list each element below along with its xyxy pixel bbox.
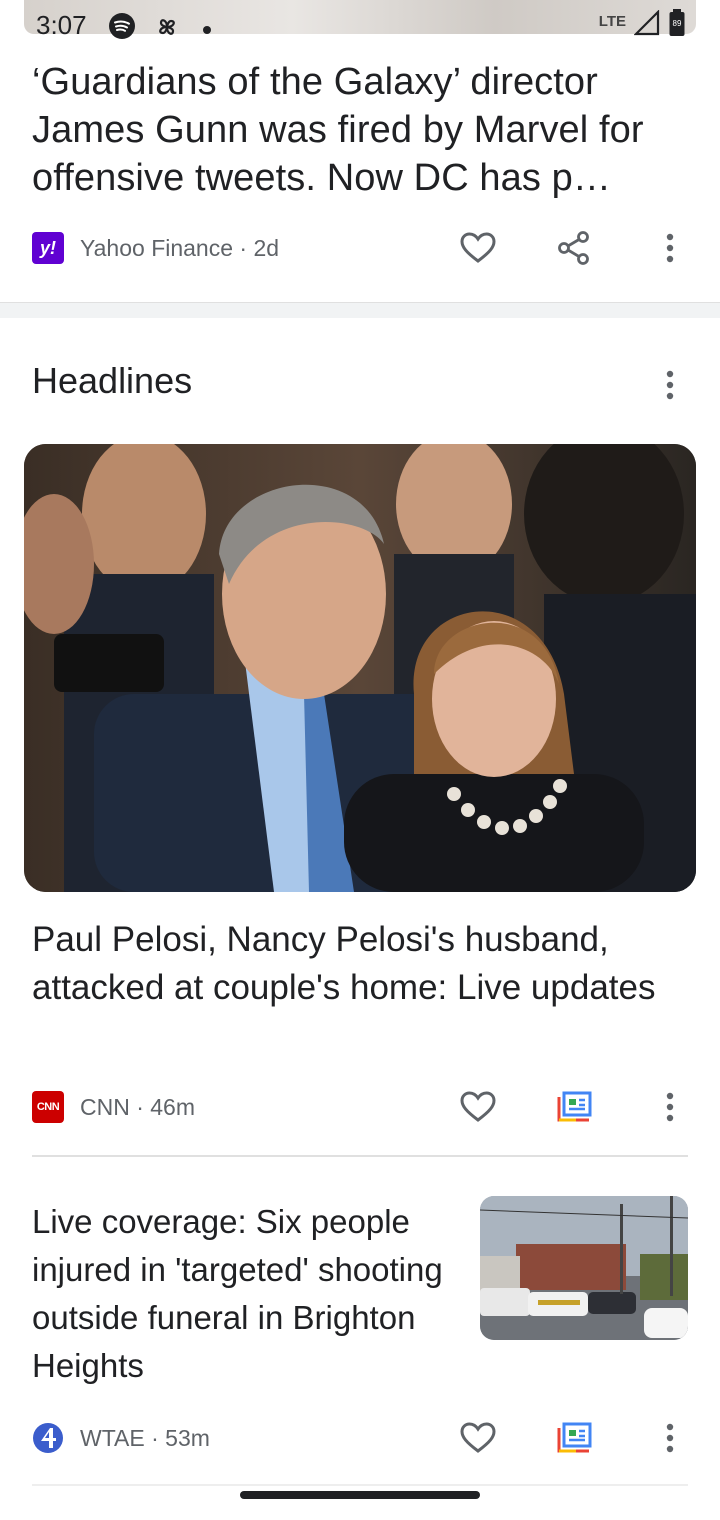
more-options-button[interactable]: [650, 1418, 690, 1458]
status-bar: 3:07 LTE 89: [0, 0, 720, 52]
story-source: CNN · 46m: [80, 1093, 196, 1120]
article-source: Yahoo Finance · 2d: [80, 234, 280, 261]
story-meta-row: CNN CNN · 46m: [32, 1087, 688, 1127]
like-button[interactable]: [458, 1087, 498, 1127]
story-meta-row: WTAE · 53m: [32, 1418, 688, 1458]
battery-icon: 89: [668, 8, 686, 43]
more-options-button[interactable]: [650, 1087, 690, 1127]
headlines-more-button[interactable]: [650, 365, 690, 405]
photo-pelosi-couple: [24, 444, 696, 892]
story-source: WTAE · 53m: [80, 1424, 210, 1451]
full-coverage-button[interactable]: [554, 1087, 594, 1127]
heart-icon: [460, 232, 496, 263]
more-vert-icon: [666, 233, 674, 263]
more-vert-icon: [666, 1423, 674, 1453]
story-hero-image[interactable]: [24, 444, 696, 892]
like-button[interactable]: [458, 1418, 498, 1458]
full-coverage-button[interactable]: [554, 1418, 594, 1458]
status-right-cluster: LTE 89: [598, 8, 686, 43]
signal-icon: [633, 8, 660, 41]
story-title[interactable]: Live coverage: Six people injured in 'ta…: [32, 1198, 452, 1390]
article-meta-row: y! Yahoo Finance · 2d: [32, 228, 688, 268]
cnn-logo-text: CNN: [36, 1101, 60, 1113]
yahoo-finance-logo: y!: [32, 232, 64, 264]
article-title[interactable]: ‘Guardians of the Galaxy’ director James…: [32, 58, 704, 202]
story-title[interactable]: Paul Pelosi, Nancy Pelosi's husband, att…: [32, 916, 682, 1012]
network-type: LTE: [598, 12, 626, 30]
more-vert-icon: [666, 1092, 674, 1122]
cnn-logo: CNN: [32, 1091, 64, 1123]
full-coverage-icon: [557, 1091, 592, 1122]
article-card-james-gunn[interactable]: ‘Guardians of the Galaxy’ director James…: [0, 52, 720, 302]
story-thumbnail[interactable]: [480, 1196, 688, 1340]
spotify-icon: [108, 12, 136, 45]
heart-icon: [460, 1422, 496, 1453]
wtae-logo: [32, 1422, 64, 1454]
story-separator: [32, 1484, 688, 1486]
full-coverage-icon: [557, 1422, 592, 1453]
heart-icon: [460, 1091, 496, 1122]
section-divider: [0, 302, 720, 318]
section-title-headlines: Headlines: [32, 360, 193, 401]
gesture-nav-handle[interactable]: [240, 1491, 480, 1499]
photo-police-scene: [480, 1196, 688, 1340]
like-button[interactable]: [458, 228, 498, 268]
battery-level: 89: [672, 18, 682, 28]
pinwheel-icon: [152, 12, 182, 47]
dot-icon: [202, 22, 212, 40]
status-time: 3:07: [36, 10, 87, 40]
more-options-button[interactable]: [650, 228, 690, 268]
more-vert-icon: [666, 370, 674, 400]
yahoo-logo-text: y!: [39, 237, 56, 258]
share-icon: [558, 231, 589, 265]
share-button[interactable]: [554, 228, 594, 268]
story-separator: [32, 1155, 688, 1157]
